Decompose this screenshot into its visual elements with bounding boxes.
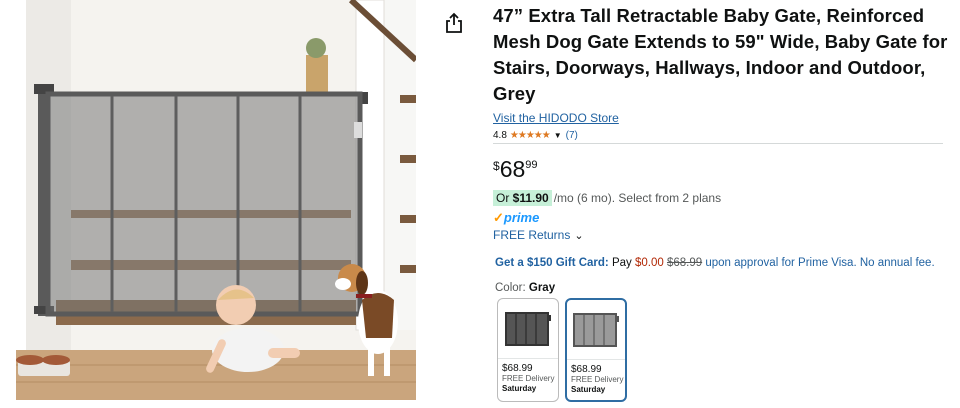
gift-terms: upon approval for Prime Visa. No annual …: [702, 257, 935, 269]
chevron-down-icon[interactable]: ⌄: [574, 229, 583, 242]
gift-original-price: $68.99: [666, 257, 703, 269]
prime-badge: ✓prime: [493, 210, 539, 226]
swatch-delivery-day: Saturday: [571, 385, 606, 394]
rating-value: 4.8: [493, 129, 507, 141]
star-rating-icon[interactable]: ★★★★★: [510, 130, 551, 141]
swatch-dark-gray[interactable]: $68.99 FREE Delivery Saturday: [497, 298, 559, 402]
swatch-price: $68.99: [571, 364, 602, 375]
monthly-amount: $11.90: [512, 191, 549, 205]
prime-label: prime: [503, 210, 540, 225]
color-selected: Gray: [528, 282, 556, 294]
share-icon[interactable]: [444, 12, 464, 34]
swatch-thumbnail: [567, 300, 625, 360]
color-label: Color: Gray: [495, 282, 555, 294]
swatch-gray[interactable]: $68.99 FREE Delivery Saturday: [565, 298, 627, 402]
gift-card-headline[interactable]: Get a $150 Gift Card:: [495, 257, 609, 269]
store-link[interactable]: Visit the HIDODO Store: [493, 111, 619, 125]
gift-pay-text: Pay: [608, 257, 635, 269]
prime-check-icon: ✓: [493, 210, 504, 225]
product-image[interactable]: [16, 0, 416, 400]
monthly-highlight[interactable]: Or $11.90: [493, 190, 552, 206]
monthly-prefix: Or: [496, 191, 513, 205]
monthly-terms: /mo (6 mo). Select from 2 plans: [553, 191, 722, 205]
monthly-payment[interactable]: Or $11.90 /mo (6 mo). Select from 2 plan…: [493, 190, 721, 206]
rating-count-link[interactable]: (7): [566, 130, 578, 141]
price-symbol: $: [493, 159, 500, 173]
gate-icon: [573, 312, 619, 347]
swatch-delivery-day: Saturday: [502, 384, 537, 393]
rating-row[interactable]: 4.8 ★★★★★ ▼ (7): [493, 128, 948, 142]
swatch-thumbnail: [498, 299, 558, 359]
gift-pay-amount: $0.00: [634, 257, 664, 269]
swatch-delivery: FREE Delivery: [502, 374, 555, 383]
swatch-delivery: FREE Delivery: [571, 375, 624, 384]
price-fraction: 99: [525, 159, 538, 171]
chevron-down-icon[interactable]: ▼: [554, 131, 562, 140]
divider: [493, 143, 943, 144]
gift-card-offer[interactable]: Get a $150 Gift Card: Pay $0.00 $68.99 u…: [495, 257, 935, 269]
swatch-price: $68.99: [502, 363, 533, 374]
price-whole: 68: [499, 156, 526, 182]
product-title: 47” Extra Tall Retractable Baby Gate, Re…: [493, 5, 948, 104]
price: $ 68 99: [493, 156, 538, 182]
product-info: 47” Extra Tall Retractable Baby Gate, Re…: [493, 0, 948, 402]
free-returns-label: FREE Returns: [493, 228, 571, 242]
free-returns-link[interactable]: FREE Returns ⌄: [493, 228, 584, 242]
color-label-prefix: Color:: [495, 282, 529, 294]
gate-icon: [505, 311, 551, 346]
